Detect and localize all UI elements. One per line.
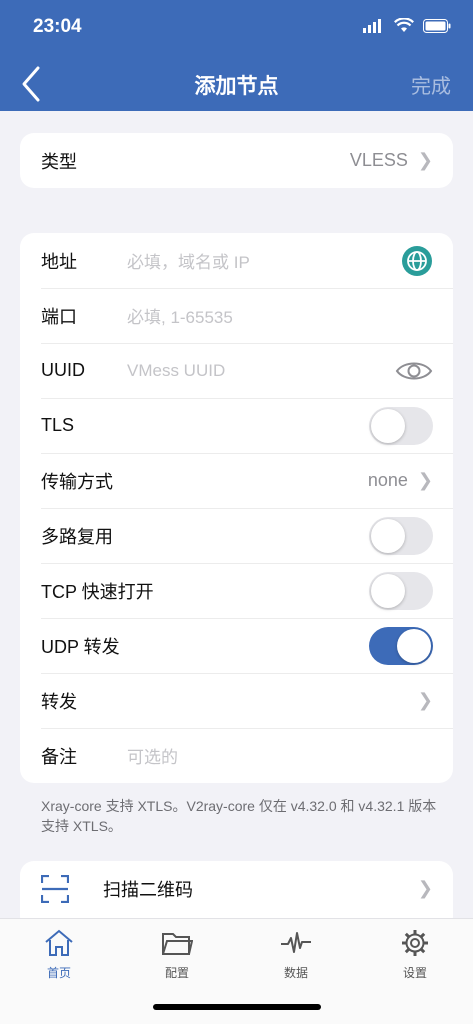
mux-toggle[interactable] <box>369 516 433 555</box>
toggle-knob <box>397 628 431 663</box>
toggle-knob <box>371 518 405 553</box>
type-label: 类型 <box>41 151 77 172</box>
forward-row[interactable]: 转发 ❯ <box>20 673 453 728</box>
udp-relay-toggle[interactable] <box>369 626 433 665</box>
tls-label: TLS <box>41 415 75 435</box>
tab-settings[interactable]: 设置 <box>385 929 445 981</box>
transport-label: 传输方式 <box>41 471 113 492</box>
uuid-label: UUID <box>41 360 85 380</box>
type-card: 类型 VLESS ❯ <box>20 133 453 188</box>
done-button[interactable]: 完成 <box>411 70 451 99</box>
remark-row[interactable]: 备注 可选的 <box>20 728 453 783</box>
address-label: 地址 <box>41 251 77 272</box>
scan-qr-label: 扫描二维码 <box>103 879 193 900</box>
signal-icon <box>363 18 381 33</box>
tcp-fast-open-toggle[interactable] <box>369 571 433 610</box>
remark-label: 备注 <box>41 746 77 767</box>
tab-data[interactable]: 数据 <box>266 929 326 981</box>
battery-icon <box>423 18 451 33</box>
globe-icon[interactable] <box>401 245 433 277</box>
mux-label: 多路复用 <box>41 526 113 547</box>
status-time: 23:04 <box>33 16 82 37</box>
navigation-bar: 23:04 添加节点 完成 <box>0 0 473 111</box>
uuid-row[interactable]: UUID VMess UUID <box>20 343 453 398</box>
tab-home-label: 首页 <box>46 966 71 980</box>
tab-settings-label: 设置 <box>402 966 427 980</box>
home-indicator <box>153 1004 321 1010</box>
wifi-icon <box>394 18 414 32</box>
transport-value: none <box>367 470 408 490</box>
uuid-input[interactable]: VMess UUID <box>127 361 225 381</box>
toggle-knob <box>371 573 405 608</box>
udp-relay-label: UDP 转发 <box>41 636 120 657</box>
tab-config[interactable]: 配置 <box>147 929 207 981</box>
tab-data-label: 数据 <box>283 966 308 980</box>
forward-label: 转发 <box>41 691 77 712</box>
scan-qr-icon <box>41 874 69 903</box>
address-input[interactable]: 必填，域名或 IP <box>127 248 250 273</box>
type-value: VLESS <box>349 150 408 170</box>
toggle-knob <box>371 408 405 443</box>
tls-toggle[interactable] <box>369 406 433 445</box>
xtls-note: Xray-core 支持 XTLS。V2ray-core 仅在 v4.32.0 … <box>41 798 437 834</box>
transport-row[interactable]: 传输方式 none ❯ <box>20 453 453 508</box>
tab-home[interactable]: 首页 <box>29 929 89 981</box>
chevron-right-icon: ❯ <box>417 150 433 170</box>
chevron-right-icon: ❯ <box>417 878 433 898</box>
remark-input[interactable]: 可选的 <box>127 743 178 768</box>
page-title: 添加节点 <box>194 75 279 98</box>
eye-icon[interactable] <box>395 359 433 383</box>
type-row[interactable]: 类型 VLESS ❯ <box>20 133 453 188</box>
port-label: 端口 <box>41 306 77 327</box>
folder-icon <box>162 933 194 955</box>
address-row[interactable]: 地址 必填，域名或 IP <box>20 233 453 288</box>
udp-relay-row: UDP 转发 <box>20 618 453 673</box>
chevron-right-icon: ❯ <box>417 690 433 710</box>
tcp-fast-open-label: TCP 快速打开 <box>41 581 154 602</box>
tcp-fast-open-row: TCP 快速打开 <box>20 563 453 618</box>
port-input[interactable]: 必填, 1-65535 <box>127 303 233 328</box>
home-icon <box>45 929 73 956</box>
scan-qr-row[interactable]: 扫描二维码 ❯ <box>20 861 453 916</box>
tls-row: TLS <box>20 398 453 453</box>
mux-row: 多路复用 <box>20 508 453 563</box>
status-icons <box>363 18 451 33</box>
pulse-icon <box>281 932 311 953</box>
chevron-right-icon: ❯ <box>417 470 433 490</box>
gear-icon <box>402 930 428 956</box>
tab-config-label: 配置 <box>164 966 189 980</box>
node-form-card: 地址 必填，域名或 IP 端口 必填, 1-65535 UUID VMess U… <box>20 233 453 783</box>
port-row[interactable]: 端口 必填, 1-65535 <box>20 288 453 343</box>
